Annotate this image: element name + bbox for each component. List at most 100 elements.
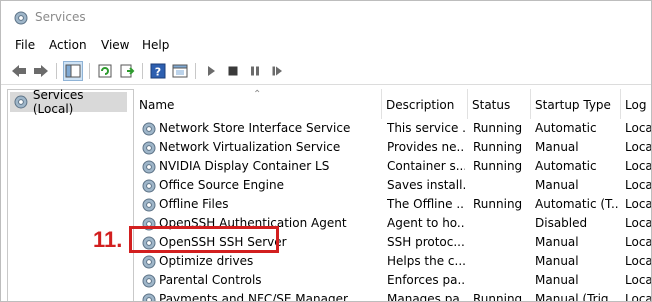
gear-icon: [14, 95, 28, 109]
table-row[interactable]: Office Source Engine Saves install... Manu…: [135, 176, 651, 195]
export-list-button[interactable]: [117, 61, 137, 81]
svg-text:?: ?: [155, 66, 161, 79]
table-row[interactable]: Payments and NFC/SE Manager Manages pa...…: [135, 290, 651, 301]
column-header-label: Status: [472, 98, 511, 112]
table-row[interactable]: Parental Controls Enforces pa... Manual Loc…: [135, 271, 651, 290]
cell-log-on-as: Loca: [625, 178, 651, 192]
cell-description: Enforces pa...: [387, 273, 465, 287]
cell-log-on-as: Loca: [625, 292, 651, 301]
cell-description: SSH protoc...: [387, 235, 465, 249]
column-header-log-on-as[interactable]: Log: [621, 89, 651, 119]
help-icon: ?: [150, 63, 166, 79]
cell-log-on-as: Loca: [625, 216, 651, 230]
pause-service-button[interactable]: [245, 61, 265, 81]
highlight-box: [129, 226, 279, 253]
cell-name: NVIDIA Display Container LS: [159, 159, 330, 173]
column-header-name[interactable]: Name: [135, 89, 382, 119]
cell-name: Network Store Interface Service: [159, 121, 351, 135]
service-gear-icon: [141, 292, 157, 301]
cell-status: Running: [473, 140, 523, 154]
column-header-label: Description: [386, 98, 455, 112]
cell-startup-type: Automatic (T...: [535, 197, 619, 211]
help-button[interactable]: ?: [148, 61, 168, 81]
cell-description: Manages pa...: [387, 292, 465, 301]
forward-button[interactable]: [31, 61, 51, 81]
table-row[interactable]: Network Store Interface Service This serv…: [135, 119, 651, 138]
table-row[interactable]: Network Virtualization Service Provides n…: [135, 138, 651, 157]
cell-name: Offline Files: [159, 197, 229, 211]
gear-icon: [14, 11, 28, 25]
cell-startup-type: Manual: [535, 178, 579, 192]
cell-description: Agent to ho...: [387, 216, 465, 230]
properties-icon: [172, 64, 188, 78]
toolbar-separator: [89, 63, 90, 79]
cell-name: Payments and NFC/SE Manager: [159, 292, 348, 301]
cell-description: This service ...: [387, 121, 465, 135]
table-row[interactable]: NVIDIA Display Container LS Container s..…: [135, 157, 651, 176]
menu-bar: File Action View Help: [1, 35, 651, 55]
stop-service-button[interactable]: [223, 61, 243, 81]
back-button[interactable]: [9, 61, 29, 81]
cell-log-on-as: Loca: [625, 159, 651, 173]
list-header: ⌃ Name Description Status Startup Type L…: [135, 89, 651, 119]
properties-button[interactable]: [170, 61, 190, 81]
service-gear-icon: [141, 197, 157, 213]
cell-startup-type: Automatic: [535, 159, 597, 173]
cell-name: Parental Controls: [159, 273, 262, 287]
cell-status: Running: [473, 121, 523, 135]
cell-name: Optimize drives: [159, 254, 254, 268]
cell-log-on-as: Loca: [625, 121, 651, 135]
cell-startup-type: Manual: [535, 254, 579, 268]
services-list: ⌃ Name Description Status Startup Type L…: [135, 89, 651, 301]
service-gear-icon: [141, 121, 157, 137]
toolbar-separator: [56, 63, 57, 79]
cell-startup-type: Manual: [535, 273, 579, 287]
window-title: Services: [35, 10, 86, 24]
refresh-icon: [98, 64, 112, 78]
tree-item-label: Services (Local): [32, 88, 84, 116]
table-row[interactable]: Offline Files The Offline ... Running Autom…: [135, 195, 651, 214]
menu-help[interactable]: Help: [142, 38, 169, 52]
menu-view[interactable]: View: [101, 38, 129, 52]
cell-startup-type: Automatic: [535, 121, 597, 135]
service-gear-icon: [141, 159, 157, 175]
cell-name: Office Source Engine: [159, 178, 284, 192]
back-icon: [12, 65, 26, 77]
cell-startup-type: Manual (Trig...: [535, 292, 619, 301]
restart-icon: [272, 66, 282, 76]
cell-description: Helps the c...: [387, 254, 465, 268]
cell-status: Running: [473, 292, 523, 301]
cell-status: Running: [473, 159, 523, 173]
cell-startup-type: Manual: [535, 235, 579, 249]
column-header-label: Log: [625, 98, 647, 112]
cell-description: Container s...: [387, 159, 465, 173]
service-gear-icon: [141, 140, 157, 156]
cell-description: Provides ne...: [387, 140, 465, 154]
console-tree-icon: [65, 64, 81, 78]
toolbar: ?: [1, 58, 651, 85]
column-header-startup-type[interactable]: Startup Type: [531, 89, 621, 119]
export-icon: [120, 64, 135, 78]
service-gear-icon: [141, 273, 157, 289]
column-header-description[interactable]: Description: [382, 89, 468, 119]
start-service-button[interactable]: [201, 61, 221, 81]
cell-log-on-as: Loca: [625, 273, 651, 287]
column-header-status[interactable]: Status: [468, 89, 531, 119]
menu-action[interactable]: Action: [49, 38, 87, 52]
forward-icon: [34, 65, 48, 77]
column-header-label: Name: [139, 98, 175, 112]
services-window: Services File Action View Help ? Service…: [0, 0, 652, 302]
service-gear-icon: [141, 178, 157, 194]
cell-startup-type: Manual: [535, 140, 579, 154]
show-console-tree-button[interactable]: [63, 61, 83, 81]
table-row[interactable]: Optimize drives Helps the c... Manual Loca: [135, 252, 651, 271]
refresh-button[interactable]: [95, 61, 115, 81]
restart-service-button[interactable]: [267, 61, 287, 81]
play-icon: [208, 66, 215, 76]
cell-description: Saves install...: [387, 178, 465, 192]
tree-item-services-local[interactable]: Services (Local): [10, 88, 127, 116]
service-gear-icon: [141, 254, 157, 270]
menu-file[interactable]: File: [15, 38, 35, 52]
cell-status: Running: [473, 197, 523, 211]
cell-startup-type: Disabled: [535, 216, 588, 230]
